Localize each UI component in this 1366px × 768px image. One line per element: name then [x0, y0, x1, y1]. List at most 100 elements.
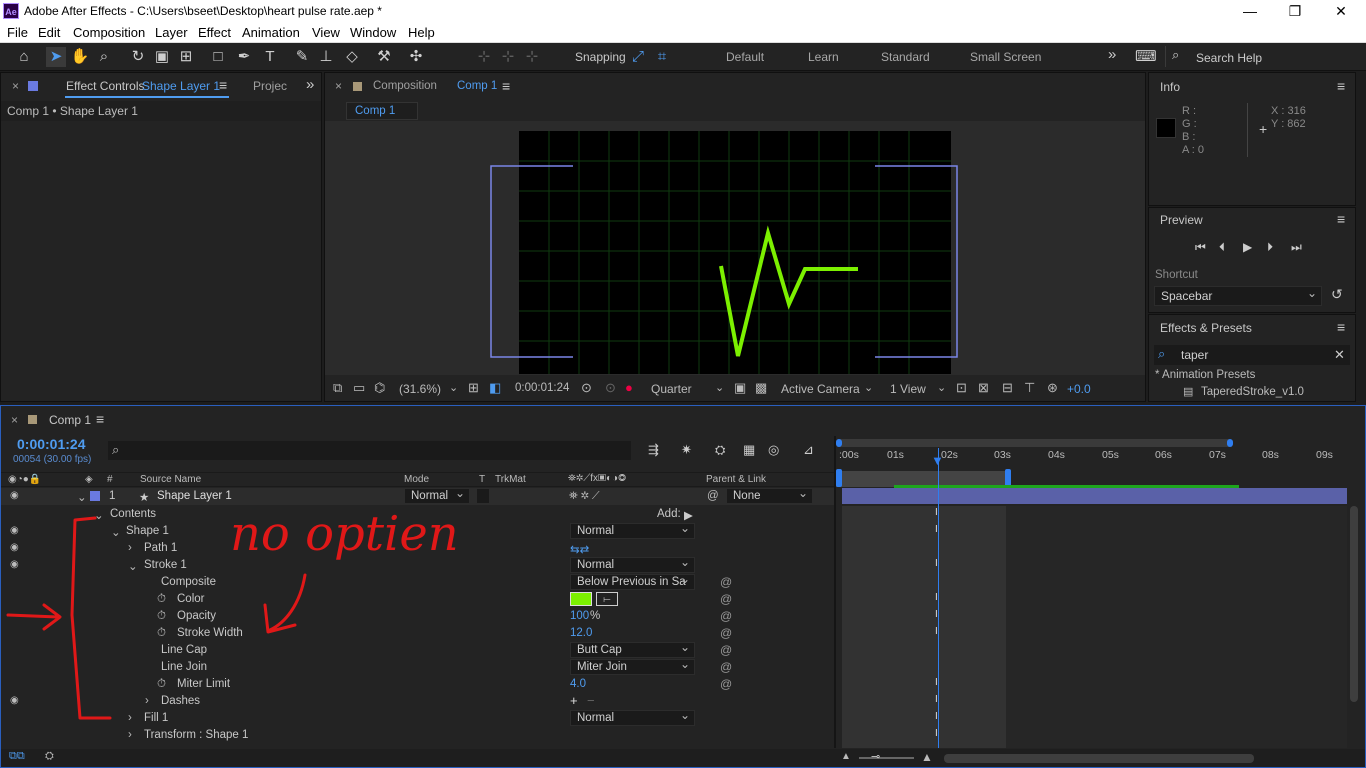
- chevron-down-icon[interactable]: ⌄: [111, 525, 121, 539]
- close-tab-icon[interactable]: ×: [12, 79, 19, 93]
- camera-dropdown[interactable]: Active Camera: [781, 382, 860, 396]
- timeline-timecode[interactable]: 0:00:01:24: [17, 436, 86, 452]
- fill-blend-dropdown[interactable]: Normal: [570, 708, 695, 726]
- path-direction-icon[interactable]: ⇆⇄: [570, 542, 589, 556]
- close-timeline-tab-icon[interactable]: ×: [11, 413, 18, 427]
- rectangle-tool-icon[interactable]: □: [208, 47, 228, 67]
- keyframe-nav-icon[interactable]: I: [935, 592, 938, 603]
- composite-row[interactable]: Composite Below Previous in Sa @: [1, 572, 834, 591]
- next-frame-icon[interactable]: ⏵: [1267, 240, 1273, 255]
- pickwhip-icon[interactable]: @: [707, 490, 719, 502]
- effect-controls-tab-layer[interactable]: Shape Layer 1: [142, 79, 220, 93]
- eye-icon[interactable]: ◉: [10, 695, 19, 706]
- menu-animation[interactable]: Animation: [242, 25, 300, 40]
- panel-menu-icon[interactable]: ≡: [219, 77, 227, 93]
- last-frame-icon[interactable]: ⏭: [1291, 240, 1302, 255]
- fast-previews-icon[interactable]: ⊠: [978, 380, 989, 396]
- workspaces-more-button[interactable]: »: [1108, 46, 1116, 63]
- chevron-right-icon[interactable]: ›: [128, 712, 132, 724]
- panel-divider[interactable]: [834, 436, 836, 748]
- menu-effect[interactable]: Effect: [198, 25, 231, 40]
- workspace-small-screen[interactable]: Small Screen: [970, 50, 1041, 64]
- layer-duration-bar[interactable]: [842, 488, 1347, 504]
- expression-pickwhip-icon[interactable]: @: [720, 626, 732, 640]
- add-dash-icon[interactable]: +: [570, 693, 578, 708]
- puppet-pin-tool-icon[interactable]: ✣: [406, 47, 426, 67]
- opacity-row[interactable]: ⏱ Opacity 100 % @: [1, 608, 834, 625]
- project-tab[interactable]: Projec: [253, 79, 287, 93]
- expression-pickwhip-icon[interactable]: @: [720, 609, 732, 623]
- composite-dropdown[interactable]: Below Previous in Sa: [570, 572, 695, 590]
- toggle-modes-icon[interactable]: ⛭: [45, 750, 54, 763]
- snap-edges-icon[interactable]: ⤢: [628, 47, 648, 67]
- dashes-row[interactable]: ◉ › Dashes + −: [1, 693, 834, 710]
- line-join-row[interactable]: Line Join Miter Join @: [1, 657, 834, 676]
- workspace-learn[interactable]: Learn: [808, 50, 839, 64]
- resolution-dropdown[interactable]: Quarter: [651, 382, 692, 396]
- menu-composition[interactable]: Composition: [73, 25, 145, 40]
- remove-dash-icon[interactable]: −: [587, 693, 595, 708]
- add-menu-icon[interactable]: ▶: [684, 508, 693, 522]
- workspace-default[interactable]: Default: [726, 50, 764, 64]
- keyframe-nav-icon[interactable]: I: [935, 524, 938, 535]
- expression-pickwhip-icon[interactable]: @: [720, 643, 732, 657]
- chevron-down-icon[interactable]: ⌄: [128, 559, 138, 573]
- reset-exposure-icon[interactable]: ⊛: [1047, 380, 1058, 396]
- eraser-tool-icon[interactable]: ◇: [342, 47, 362, 67]
- effect-controls-tab[interactable]: Effect Controls: [66, 79, 144, 93]
- more-tabs-button[interactable]: »: [306, 76, 314, 93]
- menu-file[interactable]: File: [7, 25, 28, 40]
- stopwatch-icon[interactable]: ⏱: [157, 678, 166, 691]
- exposure-value[interactable]: +0.0: [1067, 382, 1091, 396]
- info-menu-icon[interactable]: ≡: [1337, 78, 1345, 94]
- chevron-right-icon[interactable]: ›: [128, 729, 132, 741]
- keyframe-nav-icon[interactable]: I: [935, 558, 938, 569]
- color-channels-icon[interactable]: ●: [625, 380, 633, 395]
- home-icon[interactable]: ⌂: [14, 47, 34, 67]
- eye-icon[interactable]: ◉: [10, 559, 19, 570]
- layer-name[interactable]: Shape Layer 1: [157, 490, 232, 502]
- keyframe-nav-icon[interactable]: I: [935, 507, 938, 518]
- always-preview-icon[interactable]: ⧉: [333, 380, 342, 396]
- preview-menu-icon[interactable]: ≡: [1337, 211, 1345, 227]
- expand-layer-switches-icon[interactable]: ⧉⧉: [9, 750, 25, 763]
- camera-tool-icon[interactable]: ▣: [152, 47, 172, 67]
- keyframe-nav-icon[interactable]: I: [935, 694, 938, 705]
- composition-viewer[interactable]: [325, 121, 1145, 375]
- stopwatch-icon[interactable]: ⏱: [157, 593, 166, 606]
- menu-view[interactable]: View: [312, 25, 340, 40]
- shape-1-row[interactable]: ◉ ⌄ Shape 1 Normal: [1, 521, 834, 540]
- stroke-1-row[interactable]: ◉ ⌄ Stroke 1 Normal: [1, 555, 834, 574]
- menu-edit[interactable]: Edit: [38, 25, 60, 40]
- type-tool-icon[interactable]: T: [260, 47, 280, 67]
- chevron-right-icon[interactable]: ›: [128, 542, 132, 554]
- stopwatch-icon[interactable]: ⏱: [157, 627, 166, 640]
- local-axis-icon[interactable]: ⊹: [474, 47, 494, 67]
- work-area-start[interactable]: [836, 469, 842, 487]
- snap-features-icon[interactable]: ⌗: [652, 47, 672, 67]
- parent-dropdown[interactable]: None: [726, 486, 813, 504]
- frame-blending-icon[interactable]: ▦: [743, 442, 755, 458]
- pen-tool-icon[interactable]: ✒: [234, 47, 254, 67]
- eye-icon[interactable]: ◉: [10, 525, 19, 536]
- comp-panel-menu-icon[interactable]: ≡: [502, 78, 510, 94]
- previous-frame-icon[interactable]: ⏴: [1219, 240, 1225, 255]
- timeline-menu-icon[interactable]: ≡: [96, 411, 104, 427]
- chevron-right-icon[interactable]: ›: [145, 695, 149, 707]
- opacity-value[interactable]: 100: [570, 610, 589, 622]
- preset-item[interactable]: TaperedStroke_v1.0: [1201, 386, 1304, 398]
- shy-layers-icon[interactable]: ⛭: [715, 442, 725, 458]
- transparency-icon[interactable]: ▩: [755, 380, 767, 396]
- grid-guide-icon[interactable]: ⊞: [468, 380, 479, 396]
- current-time[interactable]: 0:00:01:24: [515, 382, 569, 394]
- composition-tab[interactable]: Composition: [373, 80, 437, 92]
- snapshot-icon[interactable]: ⊙: [581, 380, 592, 396]
- clone-stamp-tool-icon[interactable]: ⊥: [316, 47, 336, 67]
- effects-search-input[interactable]: ⌕ taper ✕: [1154, 345, 1350, 365]
- flowchart-icon[interactable]: ⊤: [1024, 380, 1035, 396]
- preserve-transparency-toggle[interactable]: [477, 489, 489, 503]
- color-row[interactable]: ⏱ Color ⟝ @: [1, 591, 834, 608]
- source-name-header[interactable]: Source Name: [140, 474, 201, 485]
- comp-subtab[interactable]: Comp 1: [346, 102, 418, 120]
- keyframe-nav-icon[interactable]: I: [935, 626, 938, 637]
